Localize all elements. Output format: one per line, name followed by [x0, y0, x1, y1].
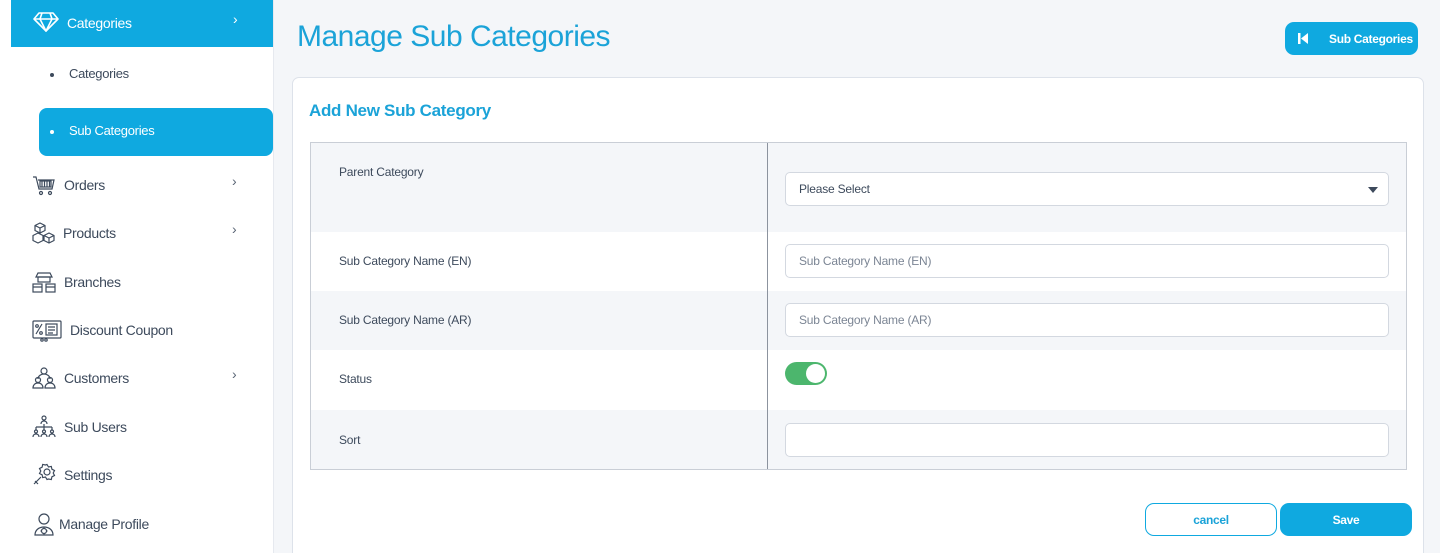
row-name-en: Sub Category Name (EN) [311, 232, 1406, 291]
sidebar-item-categories[interactable]: Categories › [11, 0, 273, 47]
toggle-knob [806, 364, 825, 383]
name-en-label: Sub Category Name (EN) [339, 254, 472, 268]
sidebar-item-branches[interactable]: Branches [24, 267, 264, 297]
sidebar-item-settings[interactable]: Settings [24, 460, 264, 490]
sidebar-item-label: Discount Coupon [70, 322, 173, 338]
form-title: Add New Sub Category [309, 101, 491, 120]
name-ar-label: Sub Category Name (AR) [339, 313, 472, 327]
name-en-input[interactable] [785, 244, 1389, 278]
sidebar-subitem-sub-categories[interactable]: Sub Categories [39, 108, 273, 156]
sidebar-item-label: Customers [64, 370, 129, 386]
row-parent-category: Parent Category Please Select [311, 143, 1406, 232]
chevron-right-icon: › [232, 366, 237, 382]
sidebar-item-products[interactable]: Products › [24, 218, 264, 248]
shopping-cart-icon [32, 173, 56, 197]
sidebar-item-label: Categories [67, 15, 132, 31]
sidebar-item-label: Sub Users [64, 419, 127, 435]
caret-down-icon [1368, 187, 1378, 193]
bullet-icon [50, 130, 54, 134]
sidebar-item-label: Orders [64, 177, 105, 193]
sidebar-item-label: Branches [64, 274, 121, 290]
sub-categories-back-button[interactable]: Sub Categories [1285, 22, 1418, 55]
parent-category-value: Please Select [799, 182, 870, 196]
store-icon [32, 270, 56, 294]
sidebar-subitem-categories[interactable]: Categories [39, 51, 273, 99]
coupon-icon [32, 318, 62, 342]
add-sub-category-card: Add New Sub Category Parent Category Ple… [292, 77, 1424, 553]
sidebar: Categories › Categories Sub Categories O… [0, 0, 274, 553]
bullet-icon [50, 73, 54, 77]
parent-category-label: Parent Category [339, 165, 424, 179]
back-button-label: Sub Categories [1329, 32, 1413, 46]
form-table: Parent Category Please Select Sub Catego… [310, 142, 1407, 470]
sidebar-item-sub-users[interactable]: Sub Users [24, 412, 264, 442]
row-status: Status [311, 350, 1406, 410]
sidebar-item-manage-profile[interactable]: Manage Profile [24, 509, 264, 539]
sidebar-item-customers[interactable]: Customers › [24, 363, 264, 393]
sidebar-subitem-label: Sub Categories [69, 123, 155, 138]
page-title: Manage Sub Categories [297, 20, 611, 53]
sidebar-item-label: Settings [64, 467, 113, 483]
save-button[interactable]: Save [1280, 503, 1412, 536]
sidebar-subitem-label: Categories [69, 66, 129, 81]
row-sort: Sort [311, 410, 1406, 469]
profile-icon [32, 512, 56, 536]
sort-label: Sort [339, 433, 361, 447]
name-ar-input[interactable] [785, 303, 1389, 337]
status-toggle[interactable] [785, 362, 827, 385]
sidebar-item-label: Products [63, 225, 116, 241]
chevron-right-icon: › [233, 11, 238, 27]
customers-icon [32, 366, 56, 390]
hierarchy-icon [32, 415, 56, 439]
chevron-right-icon: › [232, 173, 237, 189]
sidebar-item-label: Manage Profile [59, 516, 149, 532]
diamond-icon [33, 11, 59, 33]
skip-back-icon [1298, 33, 1308, 44]
sort-input[interactable] [785, 423, 1389, 457]
sidebar-item-discount-coupon[interactable]: Discount Coupon [24, 315, 264, 345]
chevron-right-icon: › [232, 221, 237, 237]
sidebar-item-orders[interactable]: Orders › [24, 170, 264, 200]
boxes-icon [32, 221, 56, 245]
status-label: Status [339, 372, 372, 386]
column-divider [767, 143, 768, 469]
cancel-button[interactable]: cancel [1145, 503, 1277, 536]
gear-icon [32, 463, 56, 487]
row-name-ar: Sub Category Name (AR) [311, 291, 1406, 350]
parent-category-select[interactable]: Please Select [785, 172, 1389, 206]
